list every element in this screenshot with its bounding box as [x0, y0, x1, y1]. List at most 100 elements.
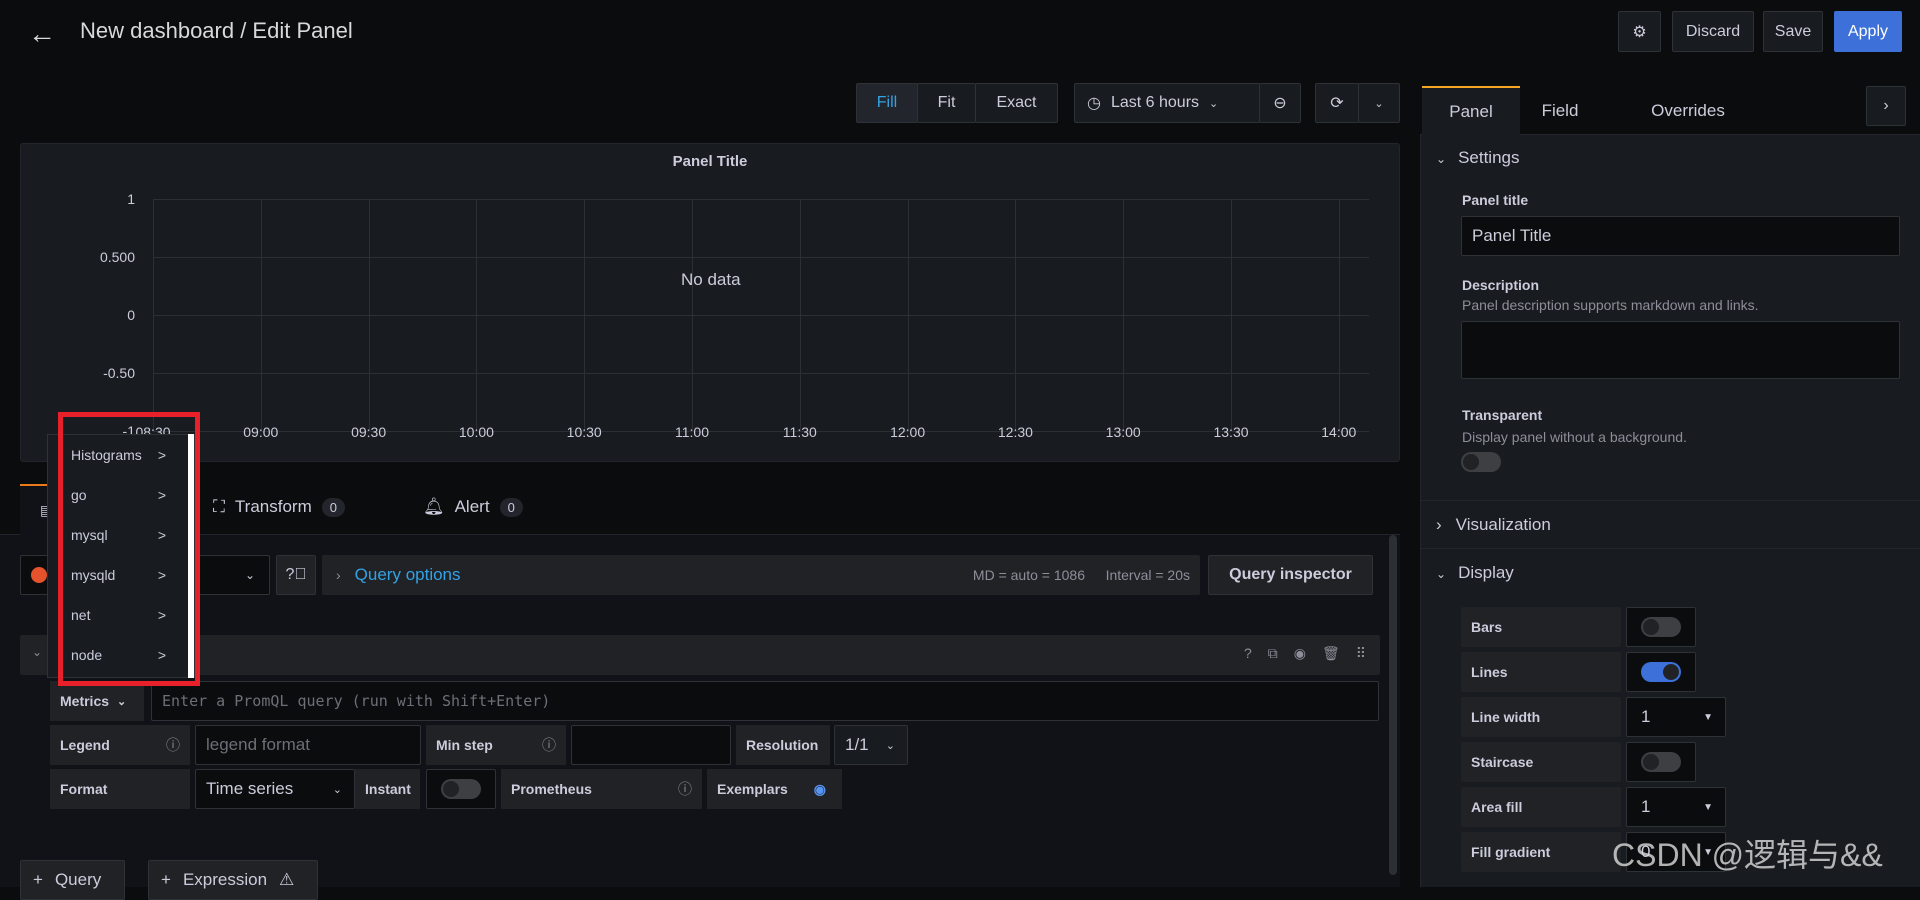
info-icon: ⓘ: [542, 737, 556, 753]
fill-button[interactable]: Fill: [856, 83, 918, 123]
instant-toggle[interactable]: [441, 779, 481, 799]
transparent-toggle[interactable]: [1461, 452, 1501, 472]
staircase-toggle-box[interactable]: [1626, 742, 1696, 782]
chevron-down-icon: ⌄: [1436, 152, 1447, 166]
question-icon: ?⃝: [285, 566, 307, 583]
refresh-button[interactable]: ⟳: [1315, 83, 1359, 123]
grid-line-v: [260, 199, 262, 431]
label-text: Exemplars: [717, 781, 788, 797]
tab-field[interactable]: Field: [1520, 86, 1600, 136]
eye-icon[interactable]: ◉: [1294, 645, 1306, 662]
settings-button[interactable]: ⚙: [1618, 11, 1661, 52]
x-tick-label: 13:30: [1213, 424, 1249, 440]
tab-transform[interactable]: ⛶ Transform 0: [213, 497, 345, 517]
collapse-options-button[interactable]: ›: [1866, 86, 1906, 126]
section-label: Settings: [1458, 148, 1520, 167]
legend-format-input[interactable]: legend format: [195, 725, 421, 765]
grid-line-v: [368, 199, 370, 431]
drag-handle-icon[interactable]: ⠿: [1356, 645, 1366, 662]
x-tick-label: 09:00: [243, 424, 279, 440]
x-tick-label: 09:30: [351, 424, 387, 440]
back-arrow-icon[interactable]: ←: [28, 18, 56, 50]
toggle[interactable]: [1641, 617, 1681, 637]
tab-overrides[interactable]: Overrides: [1628, 86, 1748, 136]
clock-icon: ◷: [1087, 95, 1101, 112]
help-button[interactable]: ?⃝: [276, 555, 316, 595]
page-title: New dashboard / Edit Panel: [80, 18, 353, 43]
grid-line-h: [153, 373, 1369, 374]
query-row-actions: ? ⧉ ◉ 🗑︎ ⠿: [1244, 645, 1366, 662]
legend-placeholder: legend format: [206, 735, 310, 754]
add-expression-button[interactable]: + Expression ⚠: [148, 860, 318, 900]
lines-toggle-box[interactable]: [1626, 652, 1696, 692]
help-icon[interactable]: ?: [1244, 645, 1252, 662]
query-options-bar[interactable]: › Query options MD = auto = 1086 Interva…: [322, 555, 1200, 595]
chevron-down-icon: ⌄: [1436, 567, 1447, 581]
line-width-select[interactable]: 1 ▼: [1626, 697, 1726, 737]
panel-title-value: Panel Title: [1472, 226, 1552, 245]
collapse-icon[interactable]: ⌄: [32, 645, 42, 659]
info-icon: ⓘ: [166, 737, 180, 753]
apply-button[interactable]: Apply: [1834, 11, 1902, 52]
refresh-interval-dropdown[interactable]: ⌄: [1358, 83, 1400, 123]
promql-query-input[interactable]: Enter a PromQL query (run with Shift+Ent…: [151, 681, 1379, 721]
instant-toggle-box[interactable]: [426, 769, 496, 809]
label-text: Prometheus: [511, 781, 592, 797]
display-option-label: Staircase: [1461, 742, 1621, 782]
duplicate-icon[interactable]: ⧉: [1268, 645, 1278, 662]
settings-section-header[interactable]: ⌄ Settings: [1436, 148, 1520, 168]
section-label: Display: [1458, 563, 1514, 582]
description-textarea[interactable]: [1461, 321, 1900, 379]
scrollbar[interactable]: [1389, 535, 1397, 875]
exemplars-toggle[interactable]: Exemplars ◉: [707, 769, 842, 809]
discard-button[interactable]: Discard: [1672, 11, 1754, 52]
panel-title: Panel Title: [672, 153, 748, 170]
resolution-select[interactable]: 1/1 ⌄: [834, 725, 908, 765]
save-button[interactable]: Save: [1763, 11, 1823, 52]
metrics-button[interactable]: Metrics ⌄: [50, 681, 144, 721]
grid-line-v: [153, 199, 154, 431]
button-label: Query: [54, 870, 102, 889]
resolution-value: 1/1: [845, 735, 869, 754]
tab-label: Field: [1541, 101, 1579, 120]
grid-line-v: [476, 199, 478, 431]
visualization-section-header[interactable]: › Visualization: [1436, 515, 1551, 535]
y-tick-label: 0.500: [99, 249, 135, 265]
panel-title-input[interactable]: Panel Title: [1461, 216, 1900, 256]
x-tick-label: 11:30: [782, 424, 817, 440]
toggle[interactable]: [1641, 752, 1681, 772]
chevron-right-icon: ›: [336, 567, 341, 583]
x-tick-label: 14:00: [1321, 424, 1357, 440]
time-picker[interactable]: ◷ Last 6 hours ⌄: [1074, 83, 1260, 123]
tab-panel[interactable]: Panel: [1422, 86, 1520, 136]
option-label: Area fill: [1471, 799, 1523, 815]
tab-alert[interactable]: 🔔︎ Alert 0: [423, 497, 523, 517]
x-tick-label: 10:00: [458, 424, 494, 440]
zoom-out-button[interactable]: ⊖: [1259, 83, 1301, 123]
query-inspector-button[interactable]: Query inspector: [1208, 555, 1373, 595]
min-step-input[interactable]: [571, 725, 731, 765]
no-data-message: No data: [681, 270, 741, 289]
fit-button[interactable]: Fit: [917, 83, 976, 123]
area-fill-select[interactable]: 1 ▼: [1626, 787, 1726, 827]
display-section-header[interactable]: ⌄ Display: [1436, 563, 1514, 583]
refresh-icon: ⟳: [1330, 95, 1344, 112]
x-tick-label: 12:00: [890, 424, 926, 440]
tab-query[interactable]: ▤: [20, 484, 53, 536]
format-select[interactable]: Time series ⌄: [195, 769, 355, 809]
grid-line-v: [692, 199, 693, 431]
display-option-label: Area fill: [1461, 787, 1621, 827]
info-icon: ⓘ: [678, 781, 692, 797]
toggle[interactable]: [1641, 662, 1681, 682]
exact-button[interactable]: Exact: [975, 83, 1058, 123]
divider: [1420, 500, 1920, 501]
prometheus-label: Prometheus ⓘ: [501, 769, 702, 809]
tab-label: Overrides: [1651, 101, 1725, 120]
chevron-down-icon: ⌄: [1374, 97, 1384, 110]
caret-down-icon: ▼: [1703, 711, 1713, 723]
trash-icon[interactable]: 🗑︎: [1322, 645, 1340, 662]
add-query-button[interactable]: + Query: [20, 860, 125, 900]
chevron-right-icon: ›: [1436, 515, 1442, 534]
display-option-label: Bars: [1461, 607, 1621, 647]
bars-toggle-box[interactable]: [1626, 607, 1696, 647]
